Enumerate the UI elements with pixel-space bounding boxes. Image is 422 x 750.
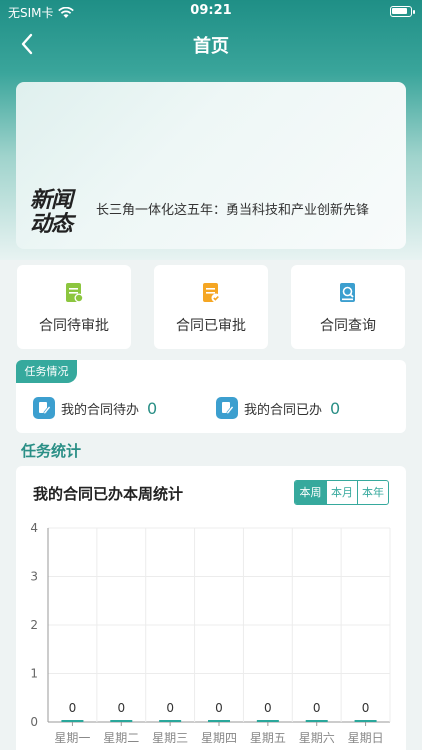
y-tick-label: 4 xyxy=(30,521,38,535)
search-document-icon xyxy=(340,283,355,302)
bar xyxy=(256,720,279,722)
approved-document-icon xyxy=(203,283,221,303)
data-label: 0 xyxy=(215,701,223,715)
bar xyxy=(159,720,182,722)
y-tick-label: 2 xyxy=(30,618,38,632)
quick-action-label: 合同待审批 xyxy=(39,318,109,334)
x-tick-label: 星期四 xyxy=(201,731,237,745)
quick-action-approved[interactable]: 合同已审批 xyxy=(154,265,268,349)
news-headline[interactable]: 长三角一体化这五年：勇当科技和产业创新先锋 xyxy=(96,199,369,218)
y-tick-label: 1 xyxy=(30,667,38,681)
task-label: 我的合同待办 xyxy=(61,402,140,418)
pending-document-icon xyxy=(66,283,84,303)
task-count: 0 xyxy=(147,398,158,418)
quick-action-label: 合同查询 xyxy=(320,318,376,334)
data-label: 0 xyxy=(264,701,272,715)
task-item-done[interactable]: 我的合同已办 0 xyxy=(216,397,340,419)
y-tick-label: 0 xyxy=(30,715,38,729)
quick-action-pending-approval[interactable]: 合同待审批 xyxy=(17,265,131,349)
task-label: 我的合同已办 xyxy=(244,402,323,418)
status-bar: 无SIM卡 09:21 xyxy=(0,0,422,24)
battery-icon xyxy=(390,6,415,17)
task-item-pending[interactable]: 我的合同待办 0 xyxy=(33,397,157,419)
bar xyxy=(110,720,133,722)
bar xyxy=(305,720,328,722)
bar xyxy=(354,720,377,722)
edit-document-icon xyxy=(216,397,238,419)
x-tick-label: 星期三 xyxy=(152,731,188,745)
data-label: 0 xyxy=(313,701,321,715)
quick-action-search[interactable]: 合同查询 xyxy=(291,265,405,349)
news-logo-line1: 新闻 xyxy=(30,187,73,213)
x-tick-label: 星期日 xyxy=(348,731,384,745)
edit-document-icon xyxy=(33,397,55,419)
status-time: 09:21 xyxy=(190,3,232,18)
x-tick-label: 星期二 xyxy=(103,731,139,745)
weekly-bar-chart: 0 1 2 3 4 0 星期一 0 星期二 0 星期三 0 星期四 0 星期五 0 星期六 0 星期日 xyxy=(30,521,391,745)
news-banner[interactable]: 新闻 动态 长三角一体化这五年：勇当科技和产业创新先锋 xyxy=(16,82,406,249)
page-title: 首页 xyxy=(193,36,229,57)
quick-action-label: 合同已审批 xyxy=(176,318,246,334)
data-label: 0 xyxy=(166,701,174,715)
task-status-tag: 任务情况 xyxy=(16,360,77,383)
x-tick-label: 星期一 xyxy=(54,731,90,745)
task-count: 0 xyxy=(330,398,341,418)
nav-bar: 首页 xyxy=(0,24,422,64)
section-title: 任务统计 xyxy=(21,442,82,460)
y-tick-label: 3 xyxy=(30,570,38,584)
data-label: 0 xyxy=(362,701,370,715)
bar xyxy=(208,720,230,722)
bar xyxy=(61,720,84,722)
statistics-card: 我的合同已办本周统计 本周 本月 本年 0 1 2 3 4 0 星期一 0 星期二 0 星期三 0 星期… xyxy=(16,466,406,750)
news-logo: 新闻 动态 xyxy=(30,188,86,240)
task-status-card: 任务情况 我的合同待办 0 我的合同已办 0 xyxy=(16,360,406,433)
data-label: 0 xyxy=(69,701,77,715)
news-logo-line2: 动态 xyxy=(30,211,73,237)
x-tick-label: 星期六 xyxy=(299,731,335,745)
data-label: 0 xyxy=(117,701,125,715)
x-tick-label: 星期五 xyxy=(250,731,286,745)
